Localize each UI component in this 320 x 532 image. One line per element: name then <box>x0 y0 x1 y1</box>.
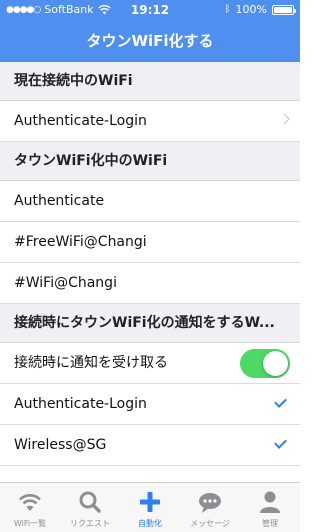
checkable-list-item[interactable]: Authenticate-Login <box>0 384 300 425</box>
chevron-right-icon <box>278 113 290 125</box>
tab-bar: WiFi一覧 リクエスト 自動化 メッセージ 管理 <box>0 482 300 532</box>
tab-label: リクエスト <box>70 519 110 528</box>
nav-bar: タウンWiFi化する <box>0 20 300 62</box>
tab-label: 自動化 <box>138 519 162 528</box>
status-right-group: ᛒ 100% <box>224 3 296 16</box>
page-title: タウンWiFi化する <box>86 32 214 50</box>
list-item[interactable]: #WiFi@Changi <box>0 263 300 304</box>
battery-percent: 100% <box>235 3 267 16</box>
current-wifi-row[interactable]: Authenticate-Login <box>0 101 300 142</box>
tab-label: WiFi一覧 <box>13 519 47 528</box>
list-item-label: #FreeWiFi@Changi <box>14 234 147 250</box>
person-icon <box>260 491 280 513</box>
list-item-label: Wireless@SG <box>14 437 107 453</box>
list-item-label: Authenticate <box>14 193 105 209</box>
search-icon <box>79 491 101 513</box>
battery-icon <box>272 4 296 15</box>
tab-label: 管理 <box>262 519 278 528</box>
wifi-icon <box>19 494 41 511</box>
checkmark-icon <box>274 436 287 449</box>
toggle-knob <box>263 351 288 376</box>
tab-message[interactable]: メッセージ <box>180 483 240 532</box>
list-item[interactable]: Authenticate <box>0 181 300 222</box>
section-header-townified-wifi: タウンWiFi化中のWiFi <box>0 142 300 181</box>
section-header-notify: 接続時にタウンWiFi化の通知をするW... <box>0 304 300 343</box>
checkable-list-item[interactable]: Wireless@SG <box>0 425 300 466</box>
section-header-current-wifi: 現在接続中のWiFi <box>0 62 300 101</box>
tab-manage[interactable]: 管理 <box>240 483 300 532</box>
list-item-label: Authenticate-Login <box>14 113 147 129</box>
settings-list: 現在接続中のWiFi Authenticate-Login タウンWiFi化中の… <box>0 62 300 466</box>
plus-icon <box>140 492 160 512</box>
notify-toggle-row: 接続時に通知を受け取る <box>0 343 300 384</box>
bluetooth-icon: ᛒ <box>224 4 231 15</box>
notify-toggle-switch[interactable] <box>240 349 290 378</box>
status-bar: ●●●●○ SoftBank 19:12 ᛒ 100% <box>0 0 300 20</box>
tab-label: メッセージ <box>190 519 230 528</box>
tab-automation[interactable]: 自動化 <box>120 483 180 532</box>
list-item[interactable]: #FreeWiFi@Changi <box>0 222 300 263</box>
list-item-label: #WiFi@Changi <box>14 275 117 291</box>
tab-request[interactable]: リクエスト <box>60 483 120 532</box>
list-item-label: Authenticate-Login <box>14 396 147 412</box>
tab-wifi-list[interactable]: WiFi一覧 <box>0 483 60 532</box>
checkmark-icon <box>274 395 287 408</box>
chat-bubble-icon <box>199 493 221 513</box>
toggle-label: 接続時に通知を受け取る <box>14 355 168 371</box>
